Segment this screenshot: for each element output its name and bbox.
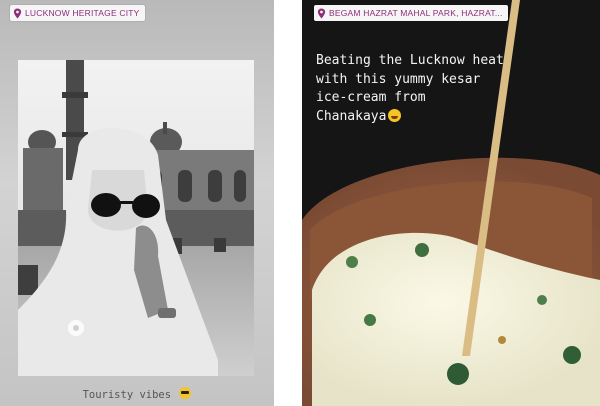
sunglasses-emoji-icon: [179, 387, 192, 399]
story-caption-left: Touristy vibes: [0, 387, 274, 401]
story-caption-right: Beating the Lucknow heat with this yummy…: [316, 52, 596, 126]
story-left[interactable]: LUCKNOW HERITAGE CITY Touristy vibes: [0, 0, 274, 406]
caption-text-right: Beating the Lucknow heat with this yummy…: [316, 53, 504, 124]
location-label-right: BEGAM HAZRAT MAHAL PARK, HAZRAT...: [329, 8, 503, 18]
story-right[interactable]: BEGAM HAZRAT MAHAL PARK, HAZRAT... Beati…: [302, 0, 600, 406]
grinning-emoji-icon: [388, 108, 402, 122]
location-sticker-right[interactable]: BEGAM HAZRAT MAHAL PARK, HAZRAT...: [314, 5, 508, 21]
photo-heritage-selfie[interactable]: [18, 60, 254, 376]
caption-text-left: Touristy vibes: [82, 389, 172, 401]
location-pin-icon: [13, 8, 22, 18]
location-sticker-left[interactable]: LUCKNOW HERITAGE CITY: [10, 5, 145, 21]
location-label-left: LUCKNOW HERITAGE CITY: [25, 8, 140, 18]
location-pin-icon: [317, 8, 326, 18]
